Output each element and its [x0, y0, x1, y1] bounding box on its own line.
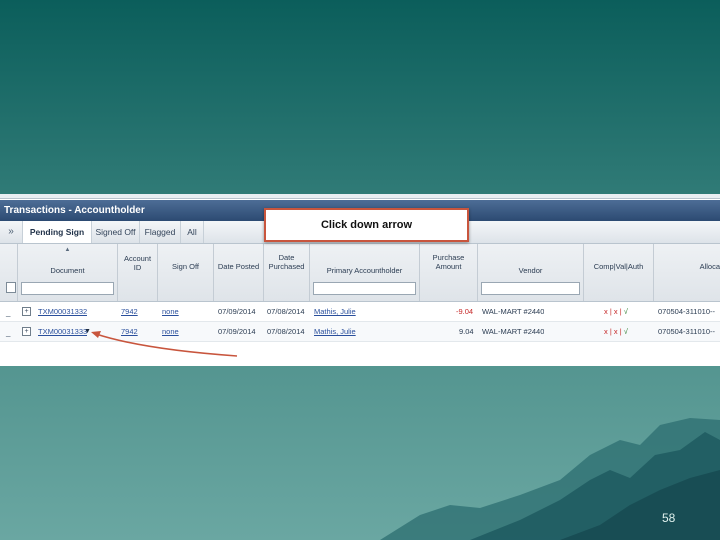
document-filter-input[interactable]: [21, 282, 114, 295]
tab-flagged[interactable]: Flagged: [140, 221, 181, 243]
select-all-column: [0, 244, 18, 301]
tab-all[interactable]: All: [181, 221, 204, 243]
double-chevron-right-icon[interactable]: »: [0, 221, 23, 243]
date-posted: 07/09/2014: [218, 307, 256, 316]
sort-up-icon: ▲: [64, 247, 71, 253]
select-all-checkbox[interactable]: [6, 282, 16, 293]
column-sign-off-label: Sign Off: [172, 262, 199, 271]
checkmark-icon: √: [623, 307, 628, 316]
document-dropdown-arrow[interactable]: ▼: [84, 322, 91, 341]
column-date-purchased-label-2: Purchased: [268, 262, 305, 271]
comp-val-auth-flags[interactable]: x | x | √: [604, 322, 628, 341]
grid-header: ▲ Document Account ID Sign Off Date Post…: [0, 244, 720, 302]
column-comp-val-auth-label: Comp|Val|Auth: [593, 262, 644, 271]
purchase-amount: -9.04: [456, 307, 474, 316]
column-comp-val-auth[interactable]: Comp|Val|Auth: [584, 244, 654, 301]
purchase-amount: 9.04: [459, 327, 474, 336]
checkmark-icon: √: [623, 327, 628, 336]
column-sign-off[interactable]: Sign Off: [158, 244, 214, 301]
tab-pending-sign-off[interactable]: Pending Sign Off: [23, 221, 92, 259]
accountholder-link[interactable]: Mathis, Julie: [314, 322, 356, 341]
date-purchased: 07/08/2014: [267, 327, 305, 336]
allocation: 070504-311010--: [658, 307, 715, 316]
column-account-id-label-1: Account: [123, 254, 152, 263]
vendor: WAL-MART #2440: [482, 307, 545, 316]
column-vendor-label: Vendor: [518, 266, 543, 275]
slide-number: 58: [662, 511, 676, 525]
expand-plus-icon[interactable]: +: [22, 327, 31, 336]
allocation: 070504-311010--: [658, 327, 715, 336]
column-document[interactable]: ▲ Document: [18, 244, 118, 301]
date-posted: 07/09/2014: [218, 327, 256, 336]
table-row[interactable]: _ + TXM00031332 7942 none 07/09/2014 07/…: [0, 302, 720, 322]
expand-plus-icon[interactable]: +: [22, 307, 31, 316]
column-document-label: Document: [50, 266, 85, 275]
comp-val-auth-flags[interactable]: x | x | √: [604, 302, 628, 321]
column-purchase-amount-label-2: Amount: [435, 262, 462, 271]
table-row[interactable]: _ + TXM00031333 ▼ 7942 none 07/09/2014 0…: [0, 322, 720, 342]
date-purchased: 07/08/2014: [267, 307, 305, 316]
accountholder-link[interactable]: Mathis, Julie: [314, 302, 356, 321]
tab-signed-off[interactable]: Signed Off: [92, 221, 140, 243]
row-indicator-icon: _: [6, 328, 11, 337]
column-date-posted[interactable]: Date Posted: [214, 244, 264, 301]
column-account-id-label-2: ID: [133, 263, 142, 272]
document-link[interactable]: TXM00031333: [38, 322, 87, 341]
row-indicator-icon: _: [6, 308, 11, 317]
sign-off-link[interactable]: none: [162, 322, 179, 341]
column-allocation-label: Alloca: [699, 262, 720, 271]
column-date-posted-label: Date Posted: [217, 262, 260, 271]
column-purchase-amount-label-1: Purchase: [432, 253, 465, 262]
window-top-border: [0, 194, 720, 199]
vendor: WAL-MART #2440: [482, 327, 545, 336]
callout-text: Click down arrow: [320, 219, 413, 231]
column-primary-accountholder-label: Primary Accountholder: [326, 266, 403, 275]
document-link[interactable]: TXM00031332: [38, 302, 87, 321]
column-primary-accountholder[interactable]: Primary Accountholder: [310, 244, 420, 301]
column-date-purchased-label-1: Date: [278, 253, 295, 262]
column-allocation[interactable]: Alloca: [654, 244, 720, 301]
column-vendor[interactable]: Vendor: [478, 244, 584, 301]
accountholder-filter-input[interactable]: [313, 282, 416, 295]
instruction-callout: Click down arrow: [264, 208, 469, 242]
column-account-id[interactable]: Account ID: [118, 244, 158, 301]
account-id-link[interactable]: 7942: [121, 322, 138, 341]
column-date-purchased[interactable]: Date Purchased: [264, 244, 310, 301]
column-purchase-amount[interactable]: Purchase Amount: [420, 244, 478, 301]
sign-off-link[interactable]: none: [162, 302, 179, 321]
account-id-link[interactable]: 7942: [121, 302, 138, 321]
vendor-filter-input[interactable]: [481, 282, 580, 295]
